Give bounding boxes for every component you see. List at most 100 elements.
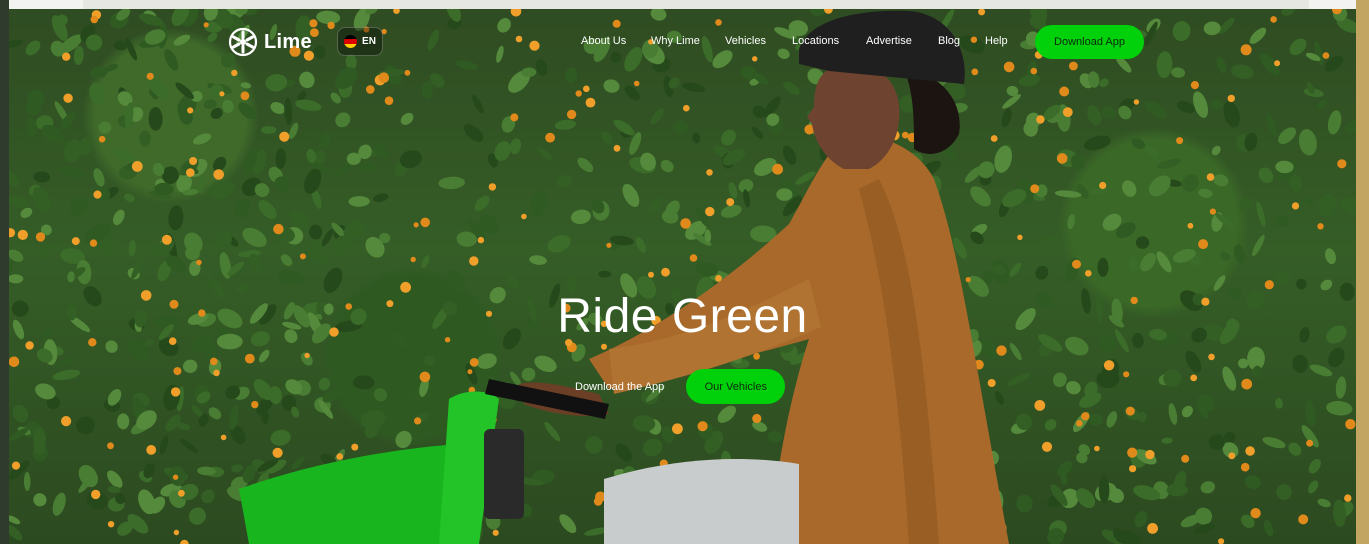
leaf bbox=[547, 234, 571, 253]
leaf bbox=[9, 195, 29, 208]
leaf bbox=[1275, 398, 1283, 409]
nav-link-locations[interactable]: Locations bbox=[792, 35, 839, 47]
flower bbox=[213, 369, 220, 377]
leaf bbox=[647, 198, 662, 216]
flower bbox=[1345, 419, 1356, 430]
leaf bbox=[234, 198, 251, 219]
download-the-app-link[interactable]: Download the App bbox=[575, 381, 664, 393]
leaf bbox=[277, 270, 304, 285]
flower bbox=[178, 489, 185, 497]
leaf bbox=[529, 255, 547, 265]
leaf bbox=[168, 205, 184, 231]
flower bbox=[61, 416, 72, 427]
flower bbox=[1317, 223, 1324, 230]
nav-link-vehicles[interactable]: Vehicles bbox=[725, 35, 766, 47]
leaf bbox=[1262, 436, 1286, 449]
leaf bbox=[359, 161, 376, 173]
leaf bbox=[215, 232, 232, 249]
germany-flag-icon bbox=[344, 35, 358, 48]
browser-top-strip bbox=[9, 0, 1356, 9]
leaf bbox=[12, 404, 29, 423]
leaf bbox=[1101, 106, 1116, 120]
flower bbox=[304, 352, 310, 359]
leaf bbox=[1041, 235, 1063, 245]
flower bbox=[279, 131, 290, 142]
flower bbox=[545, 132, 555, 143]
flower bbox=[633, 80, 640, 87]
leaf bbox=[37, 243, 53, 259]
flower bbox=[351, 443, 359, 451]
nav-link-blog[interactable]: Blog bbox=[938, 35, 960, 47]
flower bbox=[240, 91, 250, 101]
leaf bbox=[1308, 458, 1321, 474]
flower bbox=[1034, 400, 1046, 411]
leaf bbox=[114, 148, 134, 163]
leaf bbox=[1211, 145, 1221, 156]
leaf bbox=[601, 131, 613, 145]
nav-link-help[interactable]: Help bbox=[985, 35, 1008, 47]
leaf bbox=[284, 97, 293, 125]
leaf bbox=[421, 255, 430, 269]
leaf bbox=[9, 168, 19, 187]
flower bbox=[410, 256, 416, 263]
leaf bbox=[1266, 113, 1278, 138]
leaf bbox=[1210, 99, 1223, 110]
leaf bbox=[1335, 376, 1347, 399]
flower bbox=[706, 169, 713, 176]
flower bbox=[990, 135, 998, 142]
language-selector[interactable]: EN bbox=[337, 27, 383, 56]
leaf bbox=[1252, 234, 1265, 257]
nav-link-why-lime[interactable]: Why Lime bbox=[651, 35, 700, 47]
leaf bbox=[544, 421, 561, 442]
leaf bbox=[230, 464, 244, 473]
leaf bbox=[728, 182, 738, 199]
leaf bbox=[1278, 127, 1297, 145]
leaf bbox=[1220, 252, 1231, 261]
leaf bbox=[1135, 236, 1150, 249]
leaf bbox=[9, 524, 23, 541]
flower bbox=[272, 447, 283, 458]
flower bbox=[1030, 184, 1040, 194]
leaf bbox=[352, 375, 375, 390]
leaf bbox=[222, 99, 234, 113]
leaf bbox=[554, 119, 577, 130]
rider-pants bbox=[604, 459, 799, 544]
leaf bbox=[1223, 101, 1240, 128]
flower bbox=[1344, 494, 1352, 502]
nav-link-about-us[interactable]: About Us bbox=[581, 35, 626, 47]
flower bbox=[170, 387, 181, 397]
hero-actions: Download the App Our Vehicles bbox=[575, 369, 786, 404]
leaf bbox=[995, 391, 1004, 405]
flower bbox=[752, 413, 762, 424]
foliage-background bbox=[9, 9, 1356, 544]
leaf bbox=[509, 138, 522, 155]
flower bbox=[1127, 447, 1138, 458]
our-vehicles-button[interactable]: Our Vehicles bbox=[686, 369, 786, 404]
leaf bbox=[692, 132, 701, 144]
flower bbox=[726, 198, 735, 207]
leaf bbox=[9, 515, 21, 525]
leaf bbox=[1161, 437, 1173, 444]
leaf bbox=[1234, 244, 1246, 264]
leaf bbox=[33, 427, 46, 455]
lime-logo[interactable]: Lime bbox=[228, 27, 312, 57]
leaf bbox=[1308, 480, 1319, 494]
flower bbox=[901, 131, 909, 139]
leaf bbox=[1145, 145, 1159, 157]
flower bbox=[131, 161, 143, 172]
leaf bbox=[1035, 265, 1049, 280]
flower bbox=[1085, 270, 1092, 277]
flower bbox=[467, 369, 473, 375]
flower bbox=[244, 353, 255, 364]
leaf bbox=[1327, 110, 1342, 135]
flower bbox=[17, 229, 28, 240]
flower bbox=[1099, 181, 1107, 190]
download-app-button[interactable]: Download App bbox=[1035, 25, 1144, 59]
flower bbox=[1264, 280, 1274, 290]
nav-link-advertise[interactable]: Advertise bbox=[866, 35, 912, 47]
leaf bbox=[1106, 411, 1118, 428]
flower bbox=[1036, 115, 1045, 124]
flower bbox=[683, 104, 690, 112]
leaf bbox=[1258, 167, 1274, 183]
leaf bbox=[112, 209, 125, 226]
